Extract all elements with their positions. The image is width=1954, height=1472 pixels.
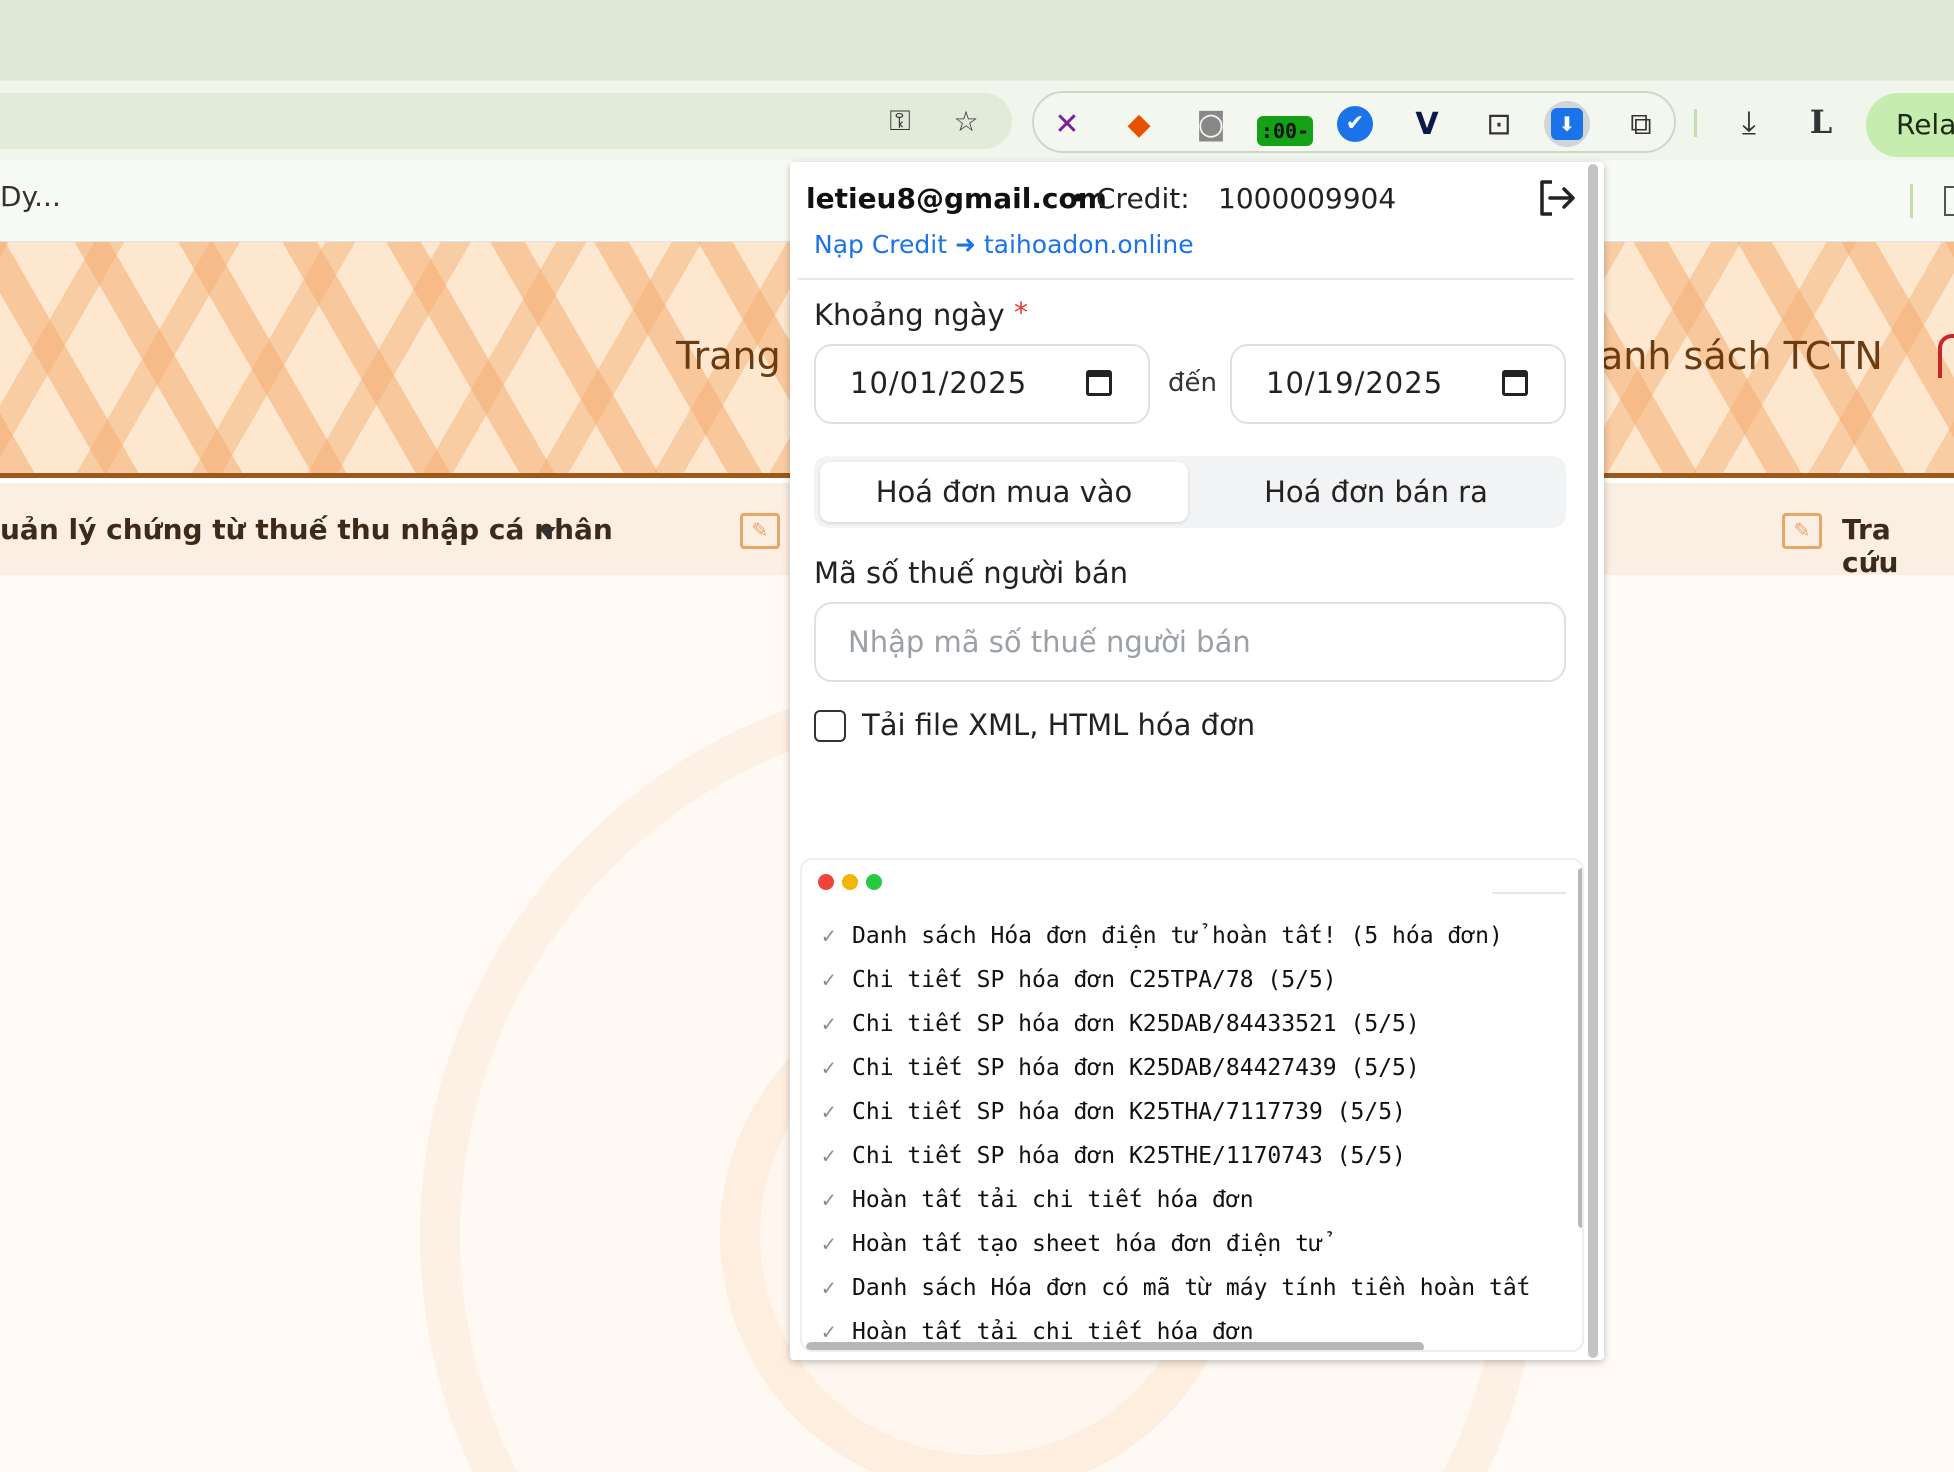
folder-icon[interactable] (1944, 186, 1954, 216)
download-ext-icon[interactable]: ⬇ (1544, 101, 1590, 147)
nav-tctn-list[interactable]: anh sách TCTN (1600, 334, 1883, 378)
download-xml-label[interactable]: Tải file XML, HTML hóa đơn (862, 708, 1255, 742)
puzzle-icon[interactable]: ⧉ (1618, 101, 1664, 147)
window-dot-red (818, 874, 834, 890)
topup-credit-link[interactable]: Nạp Credit ➜ taihoadon.online (814, 230, 1194, 259)
log-line: ✓ Danh sách Hóa đơn có mã từ máy tính tiề… (822, 1266, 1582, 1310)
credit-label: Credit: (1096, 182, 1190, 215)
bell-icon[interactable] (1938, 334, 1954, 378)
console-horizontal-scrollbar[interactable] (806, 1342, 1424, 1350)
separator-dot: • (1070, 182, 1087, 215)
invoice-type-toggle: Hoá đơn mua vào Hoá đơn bán ra (814, 456, 1566, 528)
log-text: Danh sách Hóa đơn điện tử hoàn tất! (5 h… (852, 923, 1503, 949)
check-icon: ✓ (822, 1144, 836, 1169)
extension-popup: letieu8@gmail.com • Credit: 1000009904 N… (790, 162, 1604, 1360)
edit-document-icon: ✎ (1782, 513, 1822, 549)
bookmark-star-icon[interactable]: ☆ (946, 103, 986, 139)
popup-scrollbar[interactable] (1588, 164, 1598, 1358)
edit-document-icon: ✎ (740, 513, 780, 549)
extensions-group: ✕ ◆ ◙ :00- ✔ V ⊡ ⬇ ⧉ (1032, 91, 1676, 153)
toolbar-separator (1694, 109, 1697, 137)
date-from-value: 10/01/2025 (850, 366, 1028, 400)
log-list: ✓ Danh sách Hóa đơn điện tử hoàn tất! (5 … (822, 914, 1582, 1350)
log-line: ✓ Chi tiết SP hóa đơn K25THA/7117739 (5/5… (822, 1090, 1582, 1134)
log-line: ✓ Chi tiết SP hóa đơn K25THE/1170743 (5/5… (822, 1134, 1582, 1178)
window-dot-yellow (842, 874, 858, 890)
calendar-icon[interactable] (1502, 370, 1528, 396)
badge-icon[interactable]: :00- (1256, 101, 1314, 147)
check-icon: ✓ (822, 1276, 836, 1301)
account-email: letieu8@gmail.com (806, 182, 1107, 215)
downloads-icon[interactable]: ⤓ (1726, 99, 1772, 145)
v-check-icon[interactable]: ✔ (1332, 101, 1378, 147)
date-from-input[interactable]: 10/01/2025 (814, 344, 1150, 424)
log-text: Chi tiết SP hóa đơn K25DAB/84433521 (5/5… (852, 1011, 1420, 1037)
log-console: ✓ Danh sách Hóa đơn điện tử hoàn tất! (5 … (800, 858, 1584, 1352)
log-text: Chi tiết SP hóa đơn K25THA/7117739 (5/5) (852, 1099, 1406, 1125)
camera-icon[interactable]: ◙ (1188, 101, 1234, 147)
check-icon: ✓ (822, 968, 836, 993)
download-xml-checkbox[interactable] (814, 710, 846, 742)
menu-pit-certificates[interactable]: uản lý chứng từ thuế thu nhập cá nhân (0, 513, 613, 546)
credit-value: 1000009904 (1218, 182, 1397, 215)
check-icon: ✓ (822, 1012, 836, 1037)
bookmarks-separator (1910, 184, 1913, 218)
log-text: Chi tiết SP hóa đơn C25TPA/78 (5/5) (852, 967, 1337, 993)
console-vertical-scrollbar[interactable] (1578, 868, 1582, 1228)
date-to-label: đến (1168, 368, 1217, 398)
required-mark: * (1014, 296, 1028, 329)
browser-tab-strip (0, 0, 1954, 80)
calendar-icon[interactable] (1086, 370, 1112, 396)
browser-toolbar: ⚿ ☆ ✕ ◆ ◙ :00- ✔ V ⊡ ⬇ ⧉ ⤓ L Rela (0, 80, 1954, 160)
password-key-icon[interactable]: ⚿ (880, 103, 920, 139)
date-range-label: Khoảng ngày (814, 298, 1005, 332)
log-text: Hoàn tất tải chi tiết hóa đơn (852, 1187, 1254, 1213)
log-line: ✓ Chi tiết SP hóa đơn C25TPA/78 (5/5) (822, 958, 1582, 1002)
header-divider (798, 278, 1574, 280)
log-line: ✓ Chi tiết SP hóa đơn K25DAB/84427439 (5/… (822, 1046, 1582, 1090)
robot-icon[interactable]: ⊡ (1476, 101, 1522, 147)
nav-home[interactable]: Trang (676, 334, 781, 378)
date-to-value: 10/19/2025 (1266, 366, 1444, 400)
badge-text: :00- (1257, 116, 1313, 146)
log-line: ✓ Danh sách Hóa đơn điện tử hoàn tất! (5 … (822, 914, 1582, 958)
log-line: ✓ Chi tiết SP hóa đơn K25DAB/84433521 (5/… (822, 1002, 1582, 1046)
bookmark-item[interactable]: Dy... (0, 180, 61, 213)
l-logo-icon[interactable]: L (1798, 99, 1844, 145)
log-line: ✓ Hoàn tất tải chi tiết hóa đơn (822, 1178, 1582, 1222)
window-dot-green (866, 874, 882, 890)
tab-sales-invoices[interactable]: Hoá đơn bán ra (1192, 462, 1560, 522)
check-icon: ✓ (822, 1232, 836, 1257)
log-text: Chi tiết SP hóa đơn K25THE/1170743 (5/5) (852, 1143, 1406, 1169)
tab-purchase-invoices[interactable]: Hoá đơn mua vào (820, 462, 1188, 522)
check-icon: ✓ (822, 1100, 836, 1125)
log-line: ✓ Hoàn tất tạo sheet hóa đơn điện tử (822, 1222, 1582, 1266)
seller-tax-code-input[interactable] (814, 602, 1566, 682)
relaunch-button[interactable]: Rela (1866, 93, 1954, 157)
log-text: Danh sách Hóa đơn có mã từ máy tính tiền… (852, 1275, 1531, 1301)
date-to-input[interactable]: 10/19/2025 (1230, 344, 1566, 424)
console-divider (1492, 892, 1566, 894)
check-icon: ✓ (822, 1056, 836, 1081)
chevron-down-icon[interactable] (538, 527, 556, 538)
x-logo-icon[interactable]: ✕ (1044, 101, 1090, 147)
logout-icon[interactable] (1534, 176, 1578, 220)
check-icon: ✓ (822, 1188, 836, 1213)
menu-lookup[interactable]: Tra cứu (1842, 513, 1954, 579)
v-logo-icon[interactable]: V (1404, 101, 1450, 147)
fox-icon[interactable]: ◆ (1116, 101, 1162, 147)
log-text: Hoàn tất tạo sheet hóa đơn điện tử (852, 1231, 1323, 1257)
address-bar[interactable]: ⚿ ☆ (0, 93, 1012, 149)
log-text: Chi tiết SP hóa đơn K25DAB/84427439 (5/5… (852, 1055, 1420, 1081)
check-icon: ✓ (822, 924, 836, 949)
seller-tax-code-label: Mã số thuế người bán (814, 556, 1129, 590)
